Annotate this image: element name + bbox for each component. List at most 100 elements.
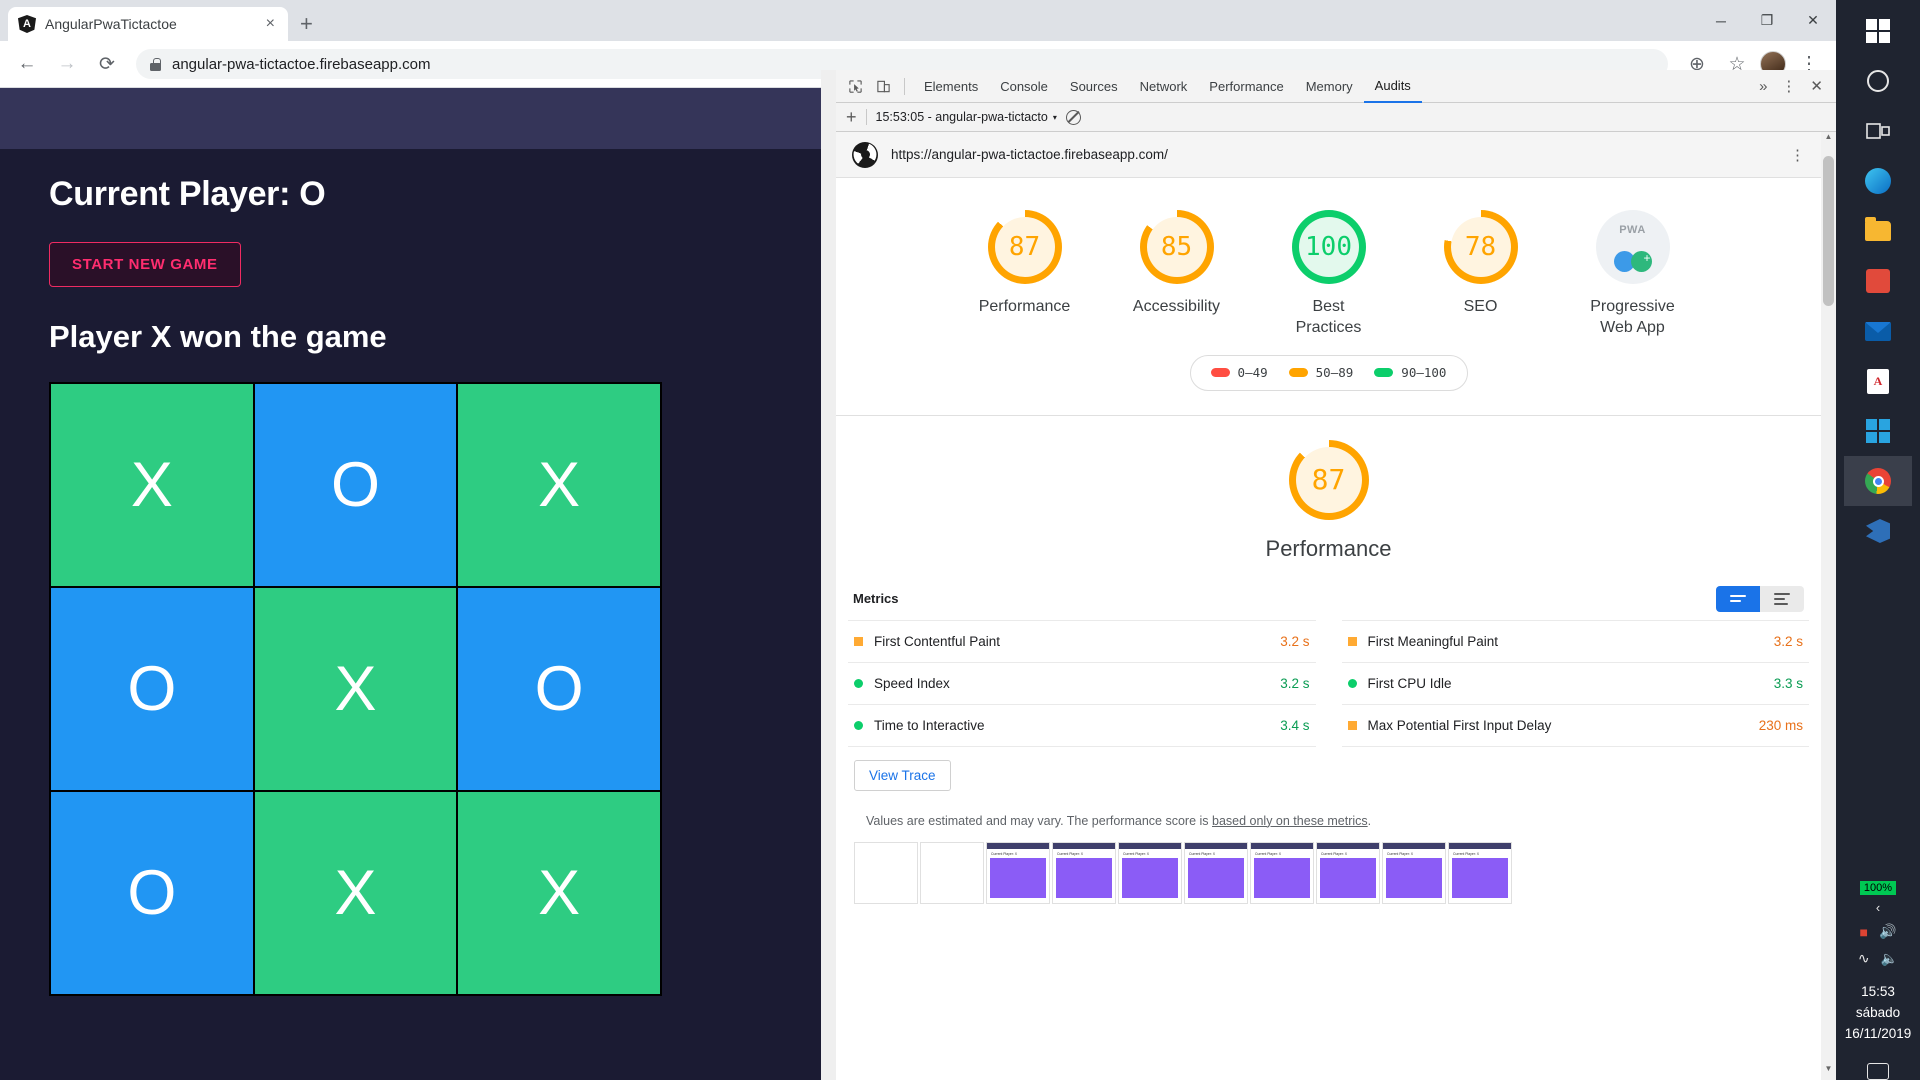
file-explorer-app[interactable] — [1844, 206, 1912, 256]
taskbar-clock[interactable]: 15:53 sábado 16/11/2019 — [1845, 982, 1912, 1045]
metric-row[interactable]: Max Potential First Input Delay 230 ms — [1341, 703, 1809, 746]
task-view-button[interactable] — [1844, 106, 1912, 156]
close-devtools-icon[interactable]: ✕ — [1803, 77, 1830, 95]
score-value: 78 — [1464, 232, 1497, 262]
wifi-icon[interactable]: ∿ — [1858, 950, 1870, 967]
frame-caption: Current Player: X — [1387, 851, 1414, 856]
metric-status-icon — [1347, 636, 1357, 646]
mail-app[interactable] — [1844, 306, 1912, 356]
legend-swatch-pass — [1374, 368, 1394, 378]
filmstrip: Current Player: X Current Player: X Curren… — [848, 828, 1809, 904]
edge-app[interactable] — [1844, 156, 1912, 206]
cortana-button[interactable] — [1844, 56, 1912, 106]
forward-icon[interactable]: → — [50, 47, 84, 81]
gauge-best-practices[interactable]: 100 Best Practices — [1269, 210, 1389, 339]
tab-network[interactable]: Network — [1129, 70, 1199, 103]
tab-audits[interactable]: Audits — [1363, 70, 1422, 103]
cursor-inspect-icon[interactable] — [842, 73, 868, 99]
tab-memory[interactable]: Memory — [1295, 70, 1364, 103]
volume-icon[interactable]: 🔊 — [1879, 923, 1896, 940]
start-button[interactable] — [1844, 6, 1912, 56]
back-icon[interactable]: ← — [10, 47, 44, 81]
metric-value: 3.2 s — [1773, 633, 1803, 649]
chrome-icon — [1865, 468, 1891, 494]
filmstrip-frame: Current Player: X — [1184, 841, 1248, 904]
acrobat-app[interactable]: A — [1844, 356, 1912, 406]
metric-row[interactable]: Speed Index 3.2 s — [848, 661, 1316, 704]
close-icon[interactable]: × — [263, 16, 278, 32]
device-toolbar-icon[interactable] — [870, 73, 896, 99]
scroll-down-icon[interactable]: ▼ — [1821, 1064, 1836, 1080]
gauge-performance[interactable]: 87 Performance — [965, 210, 1085, 339]
disclaimer-prefix: Values are estimated and may vary. The p… — [866, 813, 1212, 828]
store-app[interactable] — [1844, 256, 1912, 306]
mail-icon — [1865, 321, 1891, 341]
clear-icon[interactable] — [1065, 109, 1081, 125]
settings-kebab-icon[interactable]: ⋮ — [1774, 77, 1803, 95]
disclaimer-link[interactable]: based only on these metrics — [1212, 814, 1368, 828]
report-menu-icon[interactable]: ⋮ — [1790, 146, 1805, 164]
clock-weekday: sábado — [1855, 1005, 1901, 1021]
metric-row[interactable]: Time to Interactive 3.4 s — [848, 703, 1316, 746]
devtools-left-scrollbar[interactable] — [821, 70, 836, 1080]
camera-off-icon[interactable]: ■ — [1860, 924, 1868, 940]
tab-console[interactable]: Console — [989, 70, 1059, 103]
report-header: https://angular-pwa-tictactoe.firebaseap… — [836, 132, 1821, 178]
view-trace-button[interactable]: View Trace — [854, 759, 951, 791]
close-window-icon[interactable]: ✕ — [1790, 0, 1836, 41]
metric-row[interactable]: First CPU Idle 3.3 s — [1341, 661, 1809, 704]
metric-status-icon — [1347, 720, 1357, 730]
board-cell[interactable]: O — [457, 587, 661, 791]
score-value: 87 — [1008, 232, 1041, 262]
board-cell[interactable]: O — [50, 587, 254, 791]
gauge-label: Accessibility — [1132, 298, 1221, 315]
lock-icon — [150, 57, 161, 71]
tab-elements[interactable]: Elements — [913, 70, 989, 103]
report-scrollbar[interactable]: ▲ ▼ — [1821, 132, 1836, 1080]
metric-status-icon — [854, 720, 863, 730]
start-new-game-button[interactable]: START NEW GAME — [49, 242, 241, 287]
minimize-icon[interactable]: ─ — [1698, 0, 1744, 41]
gauge-progressive-web-app[interactable]: PWA + Progressive Web App — [1573, 210, 1693, 339]
board-cell[interactable]: X — [457, 383, 661, 587]
vscode-app[interactable] — [1844, 506, 1912, 556]
toggle-compact-view[interactable] — [1716, 585, 1760, 612]
battery-badge[interactable]: 100% — [1859, 881, 1897, 896]
tab-performance[interactable]: Performance — [1198, 70, 1294, 103]
gauge-accessibility[interactable]: 85 Accessibility — [1117, 210, 1237, 339]
tray-caret-icon[interactable]: ‹ — [1876, 900, 1880, 915]
metric-value: 3.2 s — [1280, 633, 1310, 649]
scrollbar-thumb[interactable] — [1823, 156, 1834, 306]
new-audit-icon[interactable]: + — [846, 108, 857, 126]
maximize-icon[interactable]: ❐ — [1744, 0, 1790, 41]
board-cell[interactable]: X — [253, 791, 458, 995]
reload-icon[interactable]: ⟳ — [90, 47, 124, 81]
microsoft-app[interactable] — [1844, 406, 1912, 456]
performance-score-ring: 87 — [1288, 439, 1369, 520]
new-tab-button[interactable]: + — [300, 13, 313, 35]
divider — [904, 77, 905, 95]
metric-status-icon — [1347, 678, 1357, 688]
tab-sources[interactable]: Sources — [1059, 70, 1129, 103]
action-center-icon[interactable] — [1867, 1063, 1889, 1080]
board-cell[interactable]: O — [253, 383, 458, 587]
gauge-seo[interactable]: 78 SEO — [1421, 210, 1541, 339]
browser-tab[interactable]: A AngularPwaTictactoe × — [8, 7, 288, 41]
toggle-expanded-view[interactable] — [1760, 585, 1804, 612]
board-cell[interactable]: O — [50, 791, 254, 995]
compact-lines-icon — [1730, 595, 1746, 603]
metric-row[interactable]: First Meaningful Paint 3.2 s — [1341, 619, 1809, 662]
circle-icon — [1867, 70, 1889, 92]
score-ring: 78 — [1443, 210, 1518, 284]
board-cell[interactable]: X — [457, 791, 661, 995]
chrome-app[interactable] — [1844, 456, 1912, 506]
overflow-icon[interactable]: » — [1752, 78, 1774, 95]
audit-run-selector[interactable]: 15:53:05 - angular-pwa-tictacto ▾ — [876, 110, 1057, 124]
metric-row[interactable]: First Contentful Paint 3.2 s — [848, 619, 1316, 662]
board-cell[interactable]: X — [253, 587, 458, 791]
board-cell[interactable]: X — [50, 383, 254, 587]
speaker-icon[interactable]: 🔈 — [1881, 950, 1898, 967]
filmstrip-frame — [920, 841, 984, 904]
scroll-up-icon[interactable]: ▲ — [1821, 132, 1836, 148]
frame-caption: Current Player: X — [1189, 851, 1216, 856]
